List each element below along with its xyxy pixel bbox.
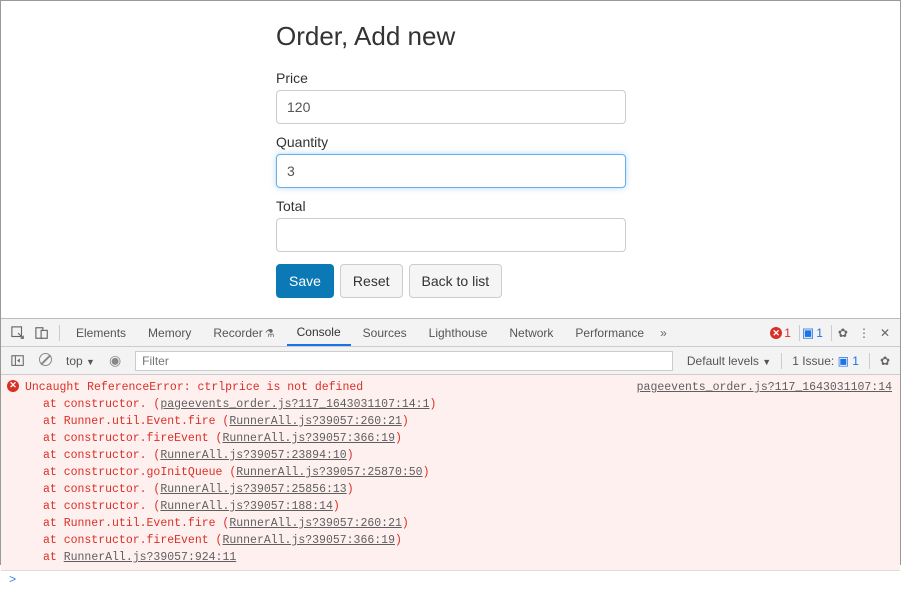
error-icon: ✕ — [770, 327, 782, 339]
total-label: Total — [276, 198, 900, 214]
stack-frame-link[interactable]: RunnerAll.js?39057:188:14 — [160, 500, 333, 513]
divider — [799, 325, 800, 341]
page-title: Order, Add new — [276, 21, 900, 52]
stack-frame: at Runner.util.Event.fire (RunnerAll.js?… — [9, 515, 892, 532]
error-message-row: Uncaught ReferenceError: ctrlprice is no… — [9, 379, 892, 396]
stack-frame-link[interactable]: RunnerAll.js?39057:25870:50 — [236, 466, 422, 479]
tab-performance[interactable]: Performance — [565, 321, 654, 345]
more-tabs-icon[interactable]: » — [656, 326, 671, 340]
error-source-link[interactable]: pageevents_order.js?117_1643031107:14 — [637, 379, 892, 396]
tab-recorder[interactable]: Recorder — [203, 321, 284, 345]
price-label: Price — [276, 70, 900, 86]
field-price: Price — [276, 70, 900, 124]
log-levels-selector[interactable]: Default levels ▼ — [683, 354, 775, 368]
stack-frame-link[interactable]: RunnerAll.js?39057:366:19 — [222, 432, 395, 445]
stack-frame: at constructor. (RunnerAll.js?39057:2389… — [9, 447, 892, 464]
message-count-badge[interactable]: ▣1 — [802, 325, 823, 341]
tab-elements[interactable]: Elements — [66, 321, 136, 345]
button-row: Save Reset Back to list — [276, 264, 900, 298]
error-message: Uncaught ReferenceError: ctrlprice is no… — [25, 379, 363, 396]
total-input[interactable] — [276, 218, 626, 252]
stack-frame: at constructor. (RunnerAll.js?39057:2585… — [9, 481, 892, 498]
inspect-icon[interactable] — [7, 325, 29, 340]
stack-frame-link[interactable]: RunnerAll.js?39057:25856:13 — [160, 483, 346, 496]
divider — [59, 325, 60, 341]
quantity-label: Quantity — [276, 134, 900, 150]
tab-lighthouse[interactable]: Lighthouse — [419, 321, 498, 345]
stack-frame: at constructor.goInitQueue (RunnerAll.js… — [9, 464, 892, 481]
stack-frame-link[interactable]: RunnerAll.js?39057:23894:10 — [160, 449, 346, 462]
price-input[interactable] — [276, 90, 626, 124]
device-icon[interactable] — [31, 325, 53, 340]
live-expression-icon[interactable]: ◉ — [105, 352, 125, 369]
stack-frame: at constructor. (RunnerAll.js?39057:188:… — [9, 498, 892, 515]
issues-badge[interactable]: 1 Issue: ▣ 1 — [788, 354, 863, 368]
divider — [869, 353, 870, 369]
sidebar-toggle-icon[interactable] — [7, 353, 29, 368]
close-devtools-icon[interactable]: ✕ — [876, 326, 894, 340]
reset-button[interactable]: Reset — [340, 264, 403, 298]
stack-frame-link[interactable]: RunnerAll.js?39057:366:19 — [222, 534, 395, 547]
kebab-icon[interactable]: ⋮ — [854, 326, 874, 340]
field-total: Total — [276, 198, 900, 252]
stack-frame-link[interactable]: pageevents_order.js?117_1643031107:14:1 — [160, 398, 429, 411]
field-quantity: Quantity — [276, 134, 900, 188]
console-settings-icon[interactable]: ✿ — [876, 354, 894, 368]
quantity-input[interactable] — [276, 154, 626, 188]
save-button[interactable]: Save — [276, 264, 334, 298]
console-toolbar: top ▼ ◉ Default levels ▼ 1 Issue: ▣ 1 ✿ — [1, 347, 900, 375]
settings-icon[interactable]: ✿ — [834, 326, 852, 340]
tab-network[interactable]: Network — [499, 321, 563, 345]
console-prompt[interactable]: > — [1, 570, 900, 589]
stack-frame: at Runner.util.Event.fire (RunnerAll.js?… — [9, 413, 892, 430]
tab-memory[interactable]: Memory — [138, 321, 201, 345]
devtools-panel: Elements Memory Recorder Console Sources… — [1, 318, 900, 589]
tab-console[interactable]: Console — [287, 320, 351, 346]
tab-sources[interactable]: Sources — [353, 321, 417, 345]
clear-console-icon[interactable] — [35, 353, 56, 369]
stack-frame-link[interactable]: RunnerAll.js?39057:260:21 — [229, 415, 402, 428]
devtools-tabbar: Elements Memory Recorder Console Sources… — [1, 319, 900, 347]
error-count-badge[interactable]: ✕1 — [770, 326, 791, 340]
error-bullet-icon: ✕ — [7, 380, 19, 392]
console-filter-input[interactable] — [135, 351, 673, 371]
stack-frame: at constructor.fireEvent (RunnerAll.js?3… — [9, 430, 892, 447]
stack-frame-link[interactable]: RunnerAll.js?39057:924:11 — [64, 551, 237, 564]
back-button[interactable]: Back to list — [409, 264, 503, 298]
divider — [781, 353, 782, 369]
context-selector[interactable]: top ▼ — [62, 354, 99, 368]
divider — [831, 325, 832, 341]
stack-frame: at constructor. (pageevents_order.js?117… — [9, 396, 892, 413]
stack-frame: at RunnerAll.js?39057:924:11 — [9, 549, 892, 566]
console-output: ✕ Uncaught ReferenceError: ctrlprice is … — [1, 375, 900, 570]
stack-frame: at constructor.fireEvent (RunnerAll.js?3… — [9, 532, 892, 549]
stack-frame-link[interactable]: RunnerAll.js?39057:260:21 — [229, 517, 402, 530]
message-icon: ▣ — [802, 325, 814, 341]
form-area: Order, Add new Price Quantity Total Save… — [1, 1, 900, 318]
